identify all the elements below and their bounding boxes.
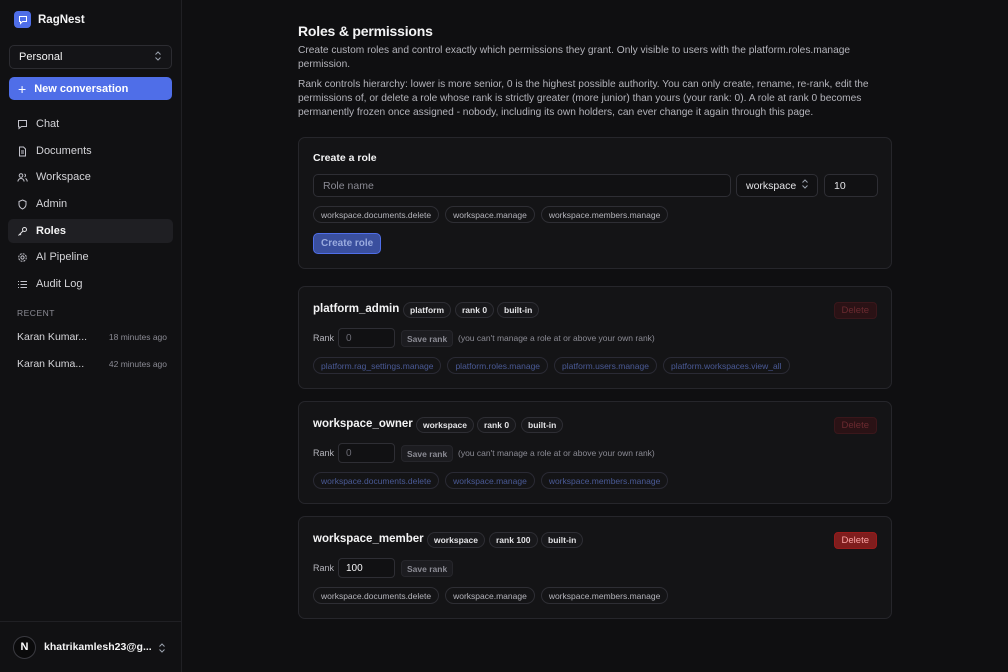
chevron-up-down-icon <box>801 179 809 192</box>
sidebar-item-workspace[interactable]: Workspace <box>8 165 173 189</box>
delete-role-button[interactable]: Delete <box>833 532 877 549</box>
scope-badge: workspace <box>427 532 485 548</box>
rank-label: Rank <box>313 448 335 458</box>
delete-role-button[interactable]: Delete <box>833 417 877 434</box>
permission-chip[interactable]: platform.users.manage <box>554 357 657 374</box>
sidebar: RagNest Personal + New conversation Chat… <box>0 0 182 672</box>
sidebar-item-label: Audit Log <box>36 278 83 290</box>
builtin-badge: built-in <box>541 532 584 548</box>
key-icon <box>17 226 28 237</box>
role-card-workspace-owner: workspace_owner workspace rank 0 built-i… <box>298 401 892 504</box>
page-description: Create custom roles and control exactly … <box>298 45 851 70</box>
sidebar-item-ai-pipeline[interactable]: AI Pipeline <box>8 245 173 269</box>
save-rank-button[interactable]: Save rank <box>401 330 454 347</box>
sidebar-item-roles[interactable]: Roles <box>8 219 173 243</box>
sidebar-item-label: Admin <box>36 198 68 210</box>
permission-chip[interactable]: workspace.manage <box>445 472 535 489</box>
builtin-badge: built-in <box>521 417 564 433</box>
user-menu[interactable]: N khatrikamlesh23@g... <box>0 621 181 672</box>
chevron-up-down-icon <box>158 643 166 656</box>
permission-chip[interactable]: workspace.members.manage <box>540 206 669 223</box>
brand[interactable]: RagNest <box>14 11 85 28</box>
new-conversation-button[interactable]: + New conversation <box>9 77 172 100</box>
permission-chip[interactable]: workspace.manage <box>445 587 535 604</box>
app-name: RagNest <box>38 13 85 26</box>
recent-conversation-title: Karan Kumar... <box>17 331 88 343</box>
role-card-workspace-member: workspace_member workspace rank 100 buil… <box>298 516 892 619</box>
role-name: workspace_owner <box>313 418 413 430</box>
create-role-title: Create a role <box>313 152 377 164</box>
permission-list: workspace.documents.delete workspace.man… <box>313 587 669 604</box>
builtin-badge: built-in <box>497 302 540 318</box>
plus-icon: + <box>18 80 27 97</box>
create-role-button[interactable]: Create role <box>313 233 382 254</box>
workspace-select[interactable]: Personal <box>9 45 172 69</box>
sidebar-item-chat[interactable]: Chat <box>8 112 173 136</box>
role-name: workspace_member <box>313 533 424 545</box>
role-name-input[interactable]: Role name <box>313 174 731 197</box>
sidebar-item-audit-log[interactable]: Audit Log <box>8 272 173 296</box>
rank-restriction-note: (you can't manage a role at or above you… <box>458 448 655 458</box>
sidebar-item-documents[interactable]: Documents <box>8 139 173 163</box>
permission-chip[interactable]: workspace.manage <box>445 206 535 223</box>
rank-badge: rank 0 <box>455 302 495 318</box>
scope-select[interactable]: workspace <box>736 174 818 197</box>
sidebar-item-label: Documents <box>36 145 92 157</box>
chevron-up-down-icon <box>154 51 162 63</box>
scope-badge: platform <box>403 302 451 318</box>
create-role-card: Create a role Role name workspace 10 wor… <box>298 137 892 269</box>
recent-conversation-item[interactable]: Karan Kuma... 42 minutes ago <box>17 358 167 370</box>
rank-badge: rank 0 <box>477 417 517 433</box>
rank-explanation: Rank controls hierarchy: lower is more s… <box>298 79 869 118</box>
scope-select-value: workspace <box>746 179 797 192</box>
permission-chip[interactable]: workspace.members.manage <box>540 587 669 604</box>
create-permission-list: workspace.documents.delete workspace.man… <box>313 206 669 223</box>
rank-badge: rank 100 <box>489 532 538 548</box>
permission-chip[interactable]: workspace.members.manage <box>540 472 669 489</box>
recent-conversation-time: 18 minutes ago <box>108 332 167 342</box>
permission-chip[interactable]: workspace.documents.delete <box>313 587 440 604</box>
recent-conversation-title: Karan Kuma... <box>17 358 85 370</box>
sidebar-item-label: AI Pipeline <box>36 251 89 263</box>
sidebar-item-admin[interactable]: Admin <box>8 192 173 216</box>
permission-chip[interactable]: platform.roles.manage <box>447 357 549 374</box>
rank-input[interactable]: 0 <box>338 443 395 463</box>
new-conversation-label: New conversation <box>34 82 129 95</box>
recent-section-label: RECENT <box>17 308 55 318</box>
delete-role-button[interactable]: Delete <box>833 302 877 319</box>
permission-chip[interactable]: platform.rag_settings.manage <box>313 357 442 374</box>
document-icon <box>17 146 28 157</box>
recent-conversation-item[interactable]: Karan Kumar... 18 minutes ago <box>17 331 167 343</box>
sidebar-item-label: Roles <box>36 225 66 237</box>
save-rank-button[interactable]: Save rank <box>401 560 454 577</box>
permission-list: workspace.documents.delete workspace.man… <box>313 472 669 489</box>
recent-conversation-time: 42 minutes ago <box>108 359 167 369</box>
permission-chip[interactable]: platform.workspaces.view_all <box>662 357 790 374</box>
rank-label: Rank <box>313 333 335 343</box>
role-card-platform-admin: platform_admin platform rank 0 built-in … <box>298 286 892 389</box>
scope-badge: workspace <box>416 417 474 433</box>
page-title: Roles & permissions <box>298 23 433 39</box>
avatar: N <box>13 635 36 659</box>
rank-restriction-note: (you can't manage a role at or above you… <box>458 333 655 343</box>
rank-input[interactable]: 100 <box>338 558 395 578</box>
rank-input[interactable]: 0 <box>338 328 395 348</box>
shield-icon <box>17 198 28 210</box>
sidebar-item-label: Chat <box>36 118 60 130</box>
gear-icon <box>17 252 28 263</box>
chat-icon <box>17 119 28 130</box>
permission-chip[interactable]: workspace.documents.delete <box>313 472 440 489</box>
rank-number-input[interactable]: 10 <box>824 174 878 197</box>
list-icon <box>17 279 28 290</box>
user-email: khatrikamlesh23@g... <box>44 641 152 653</box>
permission-chip[interactable]: workspace.documents.delete <box>313 206 440 223</box>
rank-label: Rank <box>313 563 335 573</box>
chat-bubble-logo-icon <box>14 11 31 28</box>
role-name: platform_admin <box>313 303 400 315</box>
save-rank-button[interactable]: Save rank <box>401 445 454 462</box>
workspace-select-value: Personal <box>19 51 63 63</box>
users-icon <box>17 172 28 183</box>
permission-list: platform.rag_settings.manage platform.ro… <box>313 357 790 374</box>
sidebar-item-label: Workspace <box>36 171 91 183</box>
